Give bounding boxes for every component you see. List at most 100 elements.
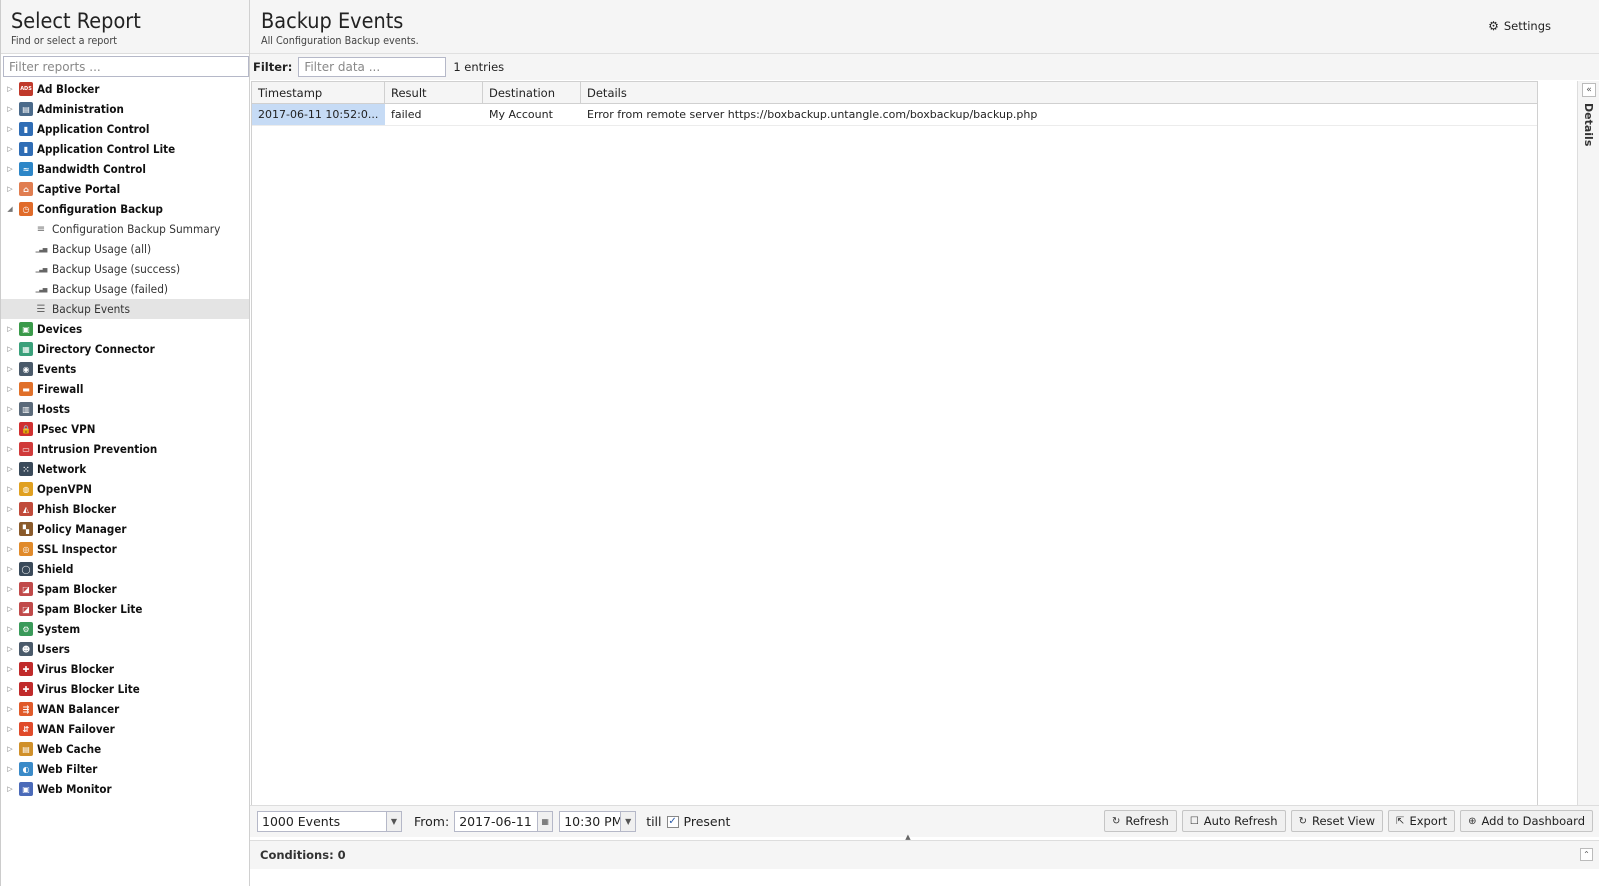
triangle-right-icon[interactable]: ▷ xyxy=(5,579,15,599)
expand-left-icon[interactable]: « xyxy=(1582,83,1596,97)
export-label: Export xyxy=(1409,814,1448,828)
conditions-bar[interactable]: Conditions: 0 ⌃ xyxy=(250,840,1599,869)
calendar-icon[interactable]: ▦ xyxy=(537,812,553,831)
triangle-right-icon[interactable]: ▷ xyxy=(5,179,15,199)
column-header-details[interactable]: Details xyxy=(581,82,1537,104)
tree-item-administration[interactable]: ▷ ▤ Administration xyxy=(1,99,249,119)
triangle-right-icon[interactable]: ▷ xyxy=(5,459,15,479)
events-limit-select[interactable]: 1000 Events ▼ xyxy=(257,811,402,832)
triangle-right-icon[interactable]: ▷ xyxy=(5,759,15,779)
tree-item-policy-manager[interactable]: ▷ ▚ Policy Manager xyxy=(1,519,249,539)
cell-destination[interactable]: My Account xyxy=(483,104,581,125)
present-checkbox[interactable]: ✓ xyxy=(666,815,679,828)
tree-item-web-cache[interactable]: ▷ ▤ Web Cache xyxy=(1,739,249,759)
report-filter-input[interactable] xyxy=(3,56,249,77)
tree-item-directory-connector[interactable]: ▷ ▦ Directory Connector xyxy=(1,339,249,359)
triangle-right-icon[interactable]: ▷ xyxy=(5,159,15,179)
cell-timestamp[interactable]: 2017-06-11 10:52:0... xyxy=(252,104,385,125)
tree-item-system[interactable]: ▷ ⚙ System xyxy=(1,619,249,639)
triangle-right-icon[interactable]: ▷ xyxy=(5,779,15,799)
tree-item-firewall[interactable]: ▷ ▬ Firewall xyxy=(1,379,249,399)
tree-item-network[interactable]: ▷ ⁙ Network xyxy=(1,459,249,479)
details-panel-collapsed[interactable]: « Details xyxy=(1577,81,1599,821)
tree-item-application-control[interactable]: ▷ ▮ Application Control xyxy=(1,119,249,139)
tree-item-spam-blocker-lite[interactable]: ▷ ◪ Spam Blocker Lite xyxy=(1,599,249,619)
tree-item-wan-balancer[interactable]: ▷ ⇶ WAN Balancer xyxy=(1,699,249,719)
chevron-down-icon[interactable]: ▼ xyxy=(386,812,401,831)
auto-refresh-button[interactable]: ☐ Auto Refresh xyxy=(1181,810,1286,832)
tree-item-label: Ad Blocker xyxy=(37,82,100,96)
tree-item-ipsec-vpn[interactable]: ▷ 🔒 IPsec VPN xyxy=(1,419,249,439)
add-to-dashboard-button[interactable]: ⊕ Add to Dashboard xyxy=(1460,810,1593,832)
tree-item-wan-failover[interactable]: ▷ ⇵ WAN Failover xyxy=(1,719,249,739)
cell-result[interactable]: failed xyxy=(385,104,483,125)
triangle-right-icon[interactable]: ▷ xyxy=(5,399,15,419)
table-row[interactable]: 2017-06-11 10:52:0... failed My Account … xyxy=(252,104,1537,126)
column-header-destination[interactable]: Destination xyxy=(483,82,581,104)
tree-item-application-control-lite[interactable]: ▷ ▮ Application Control Lite xyxy=(1,139,249,159)
triangle-right-icon[interactable]: ▷ xyxy=(5,139,15,159)
tree-child-item[interactable]: ☰ Backup Events xyxy=(1,299,249,319)
tree-child-item[interactable]: ≡ Configuration Backup Summary xyxy=(1,219,249,239)
refresh-button[interactable]: ↻ Refresh xyxy=(1103,810,1177,832)
tree-item-users[interactable]: ▷ ☻ Users xyxy=(1,639,249,659)
tree-item-ad-blocker[interactable]: ▷ ADS Ad Blocker xyxy=(1,79,249,99)
triangle-right-icon[interactable]: ▷ xyxy=(5,499,15,519)
triangle-right-icon[interactable]: ▷ xyxy=(5,379,15,399)
tree-item-configuration-backup[interactable]: ◢ ◷ Configuration Backup xyxy=(1,199,249,219)
tree-child-item[interactable]: ▁▃▅ Backup Usage (all) xyxy=(1,239,249,259)
triangle-right-icon[interactable]: ▷ xyxy=(5,519,15,539)
column-header-result[interactable]: Result xyxy=(385,82,483,104)
triangle-right-icon[interactable]: ▷ xyxy=(5,719,15,739)
triangle-right-icon[interactable]: ▷ xyxy=(5,559,15,579)
triangle-right-icon[interactable]: ▷ xyxy=(5,619,15,639)
triangle-down-icon[interactable]: ◢ xyxy=(5,199,15,219)
triangle-right-icon[interactable]: ▷ xyxy=(5,99,15,119)
triangle-right-icon[interactable]: ▷ xyxy=(5,339,15,359)
tree-item-bandwidth-control[interactable]: ▷ ≈ Bandwidth Control xyxy=(1,159,249,179)
page-title: Backup Events xyxy=(261,9,404,33)
triangle-right-icon[interactable]: ▷ xyxy=(5,359,15,379)
column-header-timestamp[interactable]: Timestamp xyxy=(252,82,385,104)
tree-item-virus-blocker-lite[interactable]: ▷ ✚ Virus Blocker Lite xyxy=(1,679,249,699)
triangle-right-icon[interactable]: ▷ xyxy=(5,599,15,619)
tree-item-phish-blocker[interactable]: ▷ ◭ Phish Blocker xyxy=(1,499,249,519)
triangle-right-icon[interactable]: ▷ xyxy=(5,679,15,699)
triangle-right-icon[interactable]: ▷ xyxy=(5,439,15,459)
tree-item-intrusion-prevention[interactable]: ▷ ▭ Intrusion Prevention xyxy=(1,439,249,459)
triangle-right-icon[interactable]: ▷ xyxy=(5,419,15,439)
tree-item-captive-portal[interactable]: ▷ ⌂ Captive Portal xyxy=(1,179,249,199)
cell-details[interactable]: Error from remote server https://boxback… xyxy=(581,104,1537,125)
tree-item-label: Web Filter xyxy=(37,762,98,776)
chevron-down-icon[interactable]: ▼ xyxy=(620,812,636,831)
tree-item-ssl-inspector[interactable]: ▷ ◎ SSL Inspector xyxy=(1,539,249,559)
triangle-right-icon[interactable]: ▷ xyxy=(5,739,15,759)
settings-button[interactable]: ⚙ Settings xyxy=(1488,19,1551,33)
tree-item-shield[interactable]: ▷ ◯ Shield xyxy=(1,559,249,579)
triangle-right-icon[interactable]: ▷ xyxy=(5,319,15,339)
tree-item-web-monitor[interactable]: ▷ ▣ Web Monitor xyxy=(1,779,249,799)
triangle-right-icon[interactable]: ▷ xyxy=(5,479,15,499)
triangle-right-icon[interactable]: ▷ xyxy=(5,79,15,99)
tree-item-spam-blocker[interactable]: ▷ ◪ Spam Blocker xyxy=(1,579,249,599)
triangle-right-icon[interactable]: ▷ xyxy=(5,659,15,679)
hosts-icon: ▥ xyxy=(19,402,33,416)
export-button[interactable]: ⇱ Export xyxy=(1388,810,1456,832)
reset-view-button[interactable]: ↻ Reset View xyxy=(1290,810,1384,832)
triangle-right-icon[interactable]: ▷ xyxy=(5,639,15,659)
tree-item-web-filter[interactable]: ▷ ◐ Web Filter xyxy=(1,759,249,779)
from-date-field[interactable]: 2017-06-11 ▦ xyxy=(454,811,554,832)
tree-item-events[interactable]: ▷ ◉ Events xyxy=(1,359,249,379)
expand-up-icon[interactable]: ⌃ xyxy=(1580,848,1593,861)
tree-item-hosts[interactable]: ▷ ▥ Hosts xyxy=(1,399,249,419)
data-filter-input[interactable] xyxy=(298,57,447,77)
triangle-right-icon[interactable]: ▷ xyxy=(5,539,15,559)
tree-item-devices[interactable]: ▷ ▣ Devices xyxy=(1,319,249,339)
from-time-field[interactable]: 10:30 PM ▼ xyxy=(559,811,637,832)
triangle-right-icon[interactable]: ▷ xyxy=(5,699,15,719)
triangle-right-icon[interactable]: ▷ xyxy=(5,119,15,139)
tree-child-item[interactable]: ▁▃▅ Backup Usage (failed) xyxy=(1,279,249,299)
tree-item-virus-blocker[interactable]: ▷ ✚ Virus Blocker xyxy=(1,659,249,679)
tree-child-item[interactable]: ▁▃▅ Backup Usage (success) xyxy=(1,259,249,279)
tree-item-openvpn[interactable]: ▷ ◍ OpenVPN xyxy=(1,479,249,499)
